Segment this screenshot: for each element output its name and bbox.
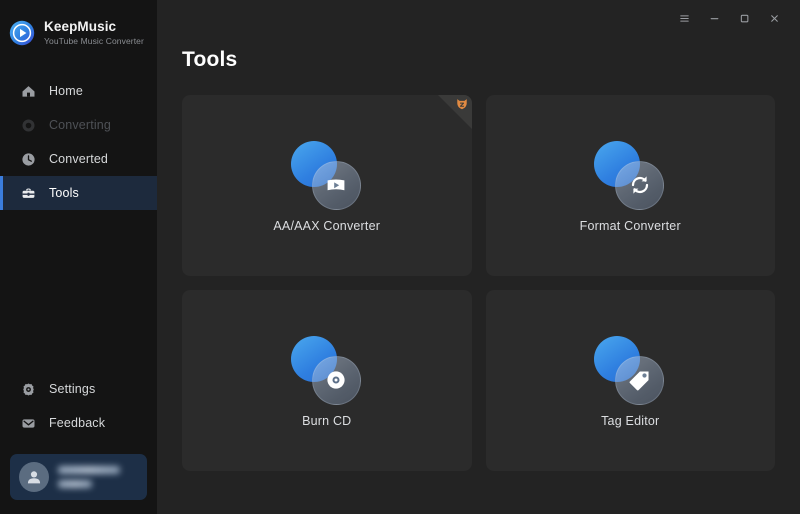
sidebar-item-label: Home [49,84,83,98]
tool-card-label: AA/AAX Converter [273,218,381,233]
icon-front-circle [615,355,665,405]
brand-text: KeepMusic YouTube Music Converter [44,19,144,47]
tool-card-label: Burn CD [302,413,352,428]
hamburger-menu-icon[interactable] [671,5,697,31]
account-card[interactable] [10,454,147,500]
close-icon[interactable] [761,5,787,31]
sidebar-item-label: Settings [49,382,96,396]
tool-card-burn-cd[interactable]: Burn CD [182,290,472,471]
sidebar: KeepMusic YouTube Music Converter Home C… [0,0,157,514]
sidebar-item-home[interactable]: Home [0,74,157,108]
tag-label-icon [594,334,666,406]
play-circle-logo-icon [9,20,35,46]
window-titlebar [157,0,800,36]
tools-grid: AA/AAX Converter Format Converter Burn C… [182,95,775,471]
sidebar-item-label: Feedback [49,416,106,430]
icon-front-circle [615,160,665,210]
account-name-redacted [58,466,120,474]
icon-front-circle [311,355,361,405]
maximize-icon[interactable] [731,5,757,31]
refresh-sync-icon [594,139,666,211]
main-content: Tools AA/AAX Converter Format Converter … [157,0,800,514]
fox-badge-glyph [455,97,469,111]
sidebar-bottom-nav: Settings Feedback [0,372,157,440]
tool-card-aa-aax-converter[interactable]: AA/AAX Converter [182,95,472,276]
brand-header: KeepMusic YouTube Music Converter [0,0,157,52]
icon-front-circle [311,160,361,210]
sidebar-item-converted[interactable]: Converted [0,142,157,176]
tool-card-format-converter[interactable]: Format Converter [485,95,775,276]
sidebar-item-feedback[interactable]: Feedback [0,406,157,440]
sidebar-item-settings[interactable]: Settings [0,372,157,406]
user-avatar-icon [19,462,49,492]
sidebar-item-label: Converted [49,152,109,166]
account-status-redacted [58,480,92,488]
envelope-icon [21,416,36,431]
account-info-redacted [58,466,120,488]
video-play-icon [290,139,363,211]
app-window: KeepMusic YouTube Music Converter Home C… [0,0,800,514]
sidebar-item-converting[interactable]: Converting [0,108,157,142]
app-subtitle: YouTube Music Converter [44,36,144,46]
page-title: Tools [182,48,238,71]
cd-disc-icon [290,334,363,406]
tool-card-tag-editor[interactable]: Tag Editor [485,290,775,471]
toolbox-icon [21,186,36,201]
converting-icon [21,118,36,133]
fox-corner-badge [437,95,472,129]
sidebar-item-label: Tools [49,186,79,200]
gear-icon [21,382,36,397]
tool-card-label: Format Converter [579,218,681,233]
clock-icon [21,152,36,167]
tool-card-label: Tag Editor [601,413,660,428]
sidebar-item-label: Converting [49,118,111,132]
home-icon [21,84,36,99]
sidebar-nav: Home Converting Converted Tools [0,74,157,210]
minimize-icon[interactable] [701,5,727,31]
sidebar-item-tools[interactable]: Tools [0,176,157,210]
app-title: KeepMusic [44,19,117,34]
